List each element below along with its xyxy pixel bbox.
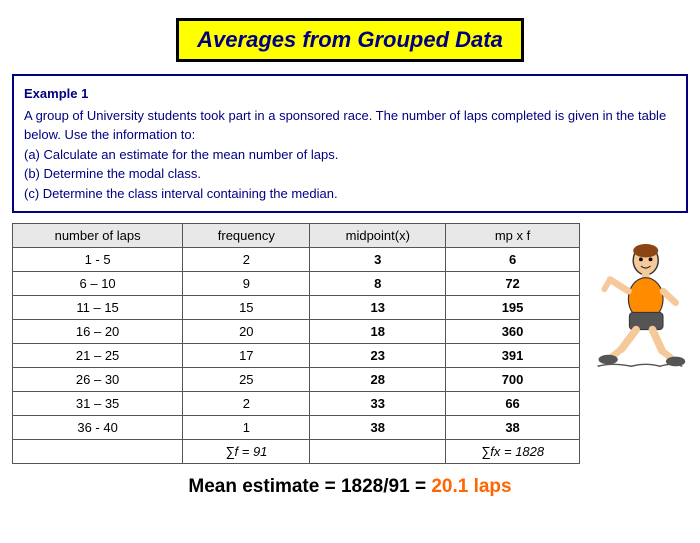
cell-midpoint: 8 bbox=[310, 272, 446, 296]
cell-laps: 6 – 10 bbox=[13, 272, 183, 296]
mean-estimate-value: 20.1 laps bbox=[431, 476, 511, 497]
col-header-freq: frequency bbox=[183, 224, 310, 248]
cell-midpoint: 28 bbox=[310, 368, 446, 392]
cell-freq: 25 bbox=[183, 368, 310, 392]
table-row: 26 – 302528700 bbox=[13, 368, 580, 392]
cell-laps: 11 – 15 bbox=[13, 296, 183, 320]
example-title: Example 1 bbox=[24, 84, 676, 104]
col-header-mid: midpoint(x) bbox=[310, 224, 446, 248]
cell-freq: 2 bbox=[183, 248, 310, 272]
cell-freq: 17 bbox=[183, 344, 310, 368]
cell-laps: 31 – 35 bbox=[13, 392, 183, 416]
cell-mpf: 66 bbox=[446, 392, 580, 416]
table-row: 36 - 4013838 bbox=[13, 416, 580, 440]
sum-mpf: ∑fx = 1828 bbox=[446, 440, 580, 464]
page-title: Averages from Grouped Data bbox=[176, 18, 524, 62]
table-row: 21 – 251723391 bbox=[13, 344, 580, 368]
mean-estimate-line: Mean estimate = 1828/91 = 20.1 laps bbox=[0, 476, 700, 498]
mean-estimate-prefix: Mean estimate = 1828/91 = bbox=[188, 476, 431, 497]
table-row: 11 – 151513195 bbox=[13, 296, 580, 320]
table-row: 6 – 109872 bbox=[13, 272, 580, 296]
cell-laps: 36 - 40 bbox=[13, 416, 183, 440]
cell-midpoint: 3 bbox=[310, 248, 446, 272]
cell-freq: 9 bbox=[183, 272, 310, 296]
main-content: number of laps frequency midpoint(x) mp … bbox=[12, 223, 688, 464]
col-header-mpf: mp x f bbox=[446, 224, 580, 248]
cell-midpoint: 33 bbox=[310, 392, 446, 416]
table-row: 31 – 3523366 bbox=[13, 392, 580, 416]
cell-mpf: 700 bbox=[446, 368, 580, 392]
cell-midpoint: 23 bbox=[310, 344, 446, 368]
example-box: Example 1 A group of University students… bbox=[12, 74, 688, 213]
cell-mpf: 72 bbox=[446, 272, 580, 296]
cell-freq: 1 bbox=[183, 416, 310, 440]
cell-freq: 20 bbox=[183, 320, 310, 344]
sum-freq: ∑f = 91 bbox=[183, 440, 310, 464]
cell-mpf: 391 bbox=[446, 344, 580, 368]
cell-laps: 26 – 30 bbox=[13, 368, 183, 392]
cell-freq: 2 bbox=[183, 392, 310, 416]
cell-midpoint: 18 bbox=[310, 320, 446, 344]
col-header-laps: number of laps bbox=[13, 224, 183, 248]
cell-midpoint: 38 bbox=[310, 416, 446, 440]
cell-laps: 16 – 20 bbox=[13, 320, 183, 344]
table-row: 16 – 202018360 bbox=[13, 320, 580, 344]
sum-row: ∑f = 91 ∑fx = 1828 bbox=[13, 440, 580, 464]
cell-mpf: 6 bbox=[446, 248, 580, 272]
cell-mpf: 195 bbox=[446, 296, 580, 320]
cell-laps: 1 - 5 bbox=[13, 248, 183, 272]
cell-laps: 21 – 25 bbox=[13, 344, 183, 368]
cell-mpf: 360 bbox=[446, 320, 580, 344]
cell-mpf: 38 bbox=[446, 416, 580, 440]
runner-image bbox=[588, 243, 688, 373]
cell-midpoint: 13 bbox=[310, 296, 446, 320]
title-container: Averages from Grouped Data bbox=[0, 18, 700, 62]
cell-freq: 15 bbox=[183, 296, 310, 320]
example-text: A group of University students took part… bbox=[24, 106, 676, 204]
table-row: 1 - 5236 bbox=[13, 248, 580, 272]
data-table: number of laps frequency midpoint(x) mp … bbox=[12, 223, 580, 464]
